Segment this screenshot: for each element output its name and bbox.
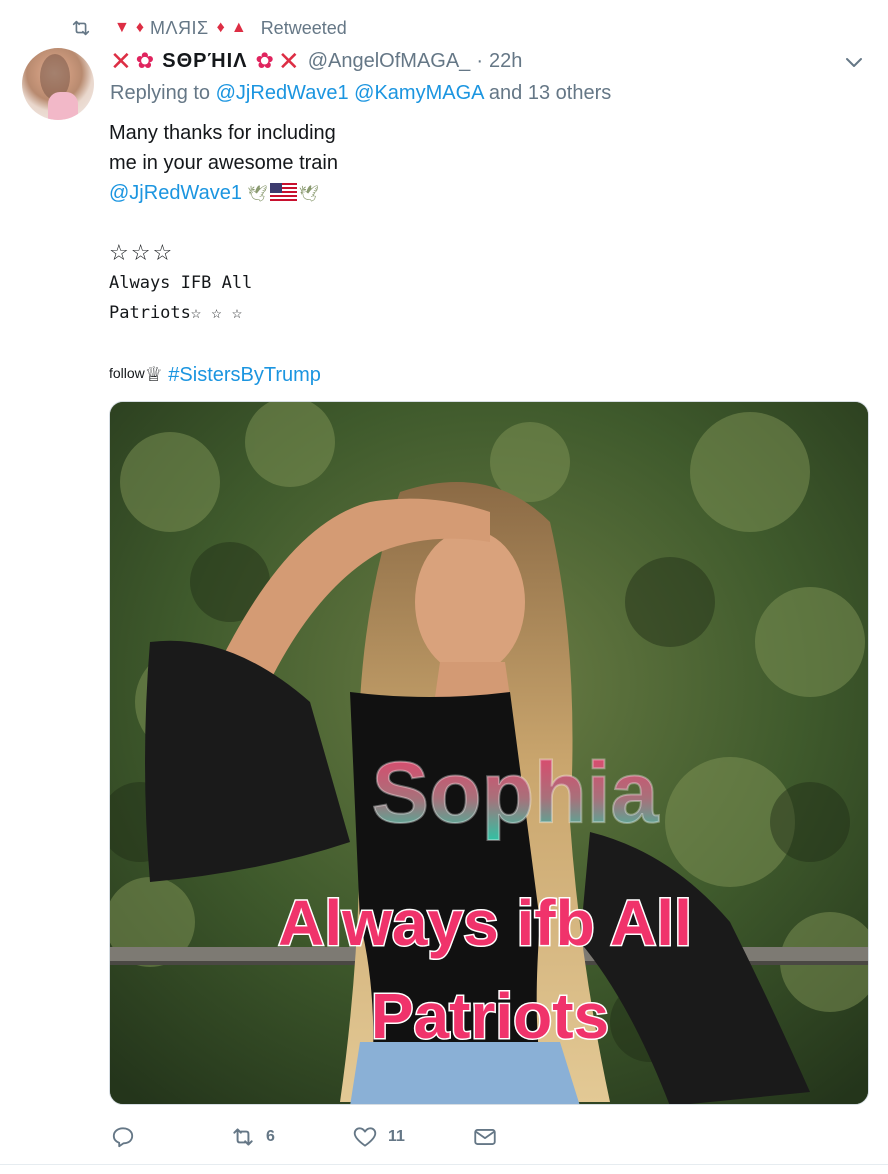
reply-icon	[112, 1127, 134, 1148]
heart-icon	[353, 1127, 377, 1147]
media-overlay-title: Sophia	[372, 745, 660, 841]
tweet[interactable]: ▼ ♦ ΜΛЯΙΣ ♦ ▲ Retweeted ✕ ✿ SΘPΉIΛ ✿ ✕ @…	[0, 0, 888, 1174]
retweet-count: 6	[266, 1128, 275, 1145]
avatar[interactable]	[22, 48, 94, 120]
user-handle-link[interactable]: @AngelOfMAGA_	[308, 50, 471, 73]
separator-dot: ·	[476, 49, 483, 72]
cross-mark-icon: ✕	[110, 46, 132, 76]
envelope-icon	[474, 1129, 496, 1145]
crown-icon: ♕	[144, 364, 163, 386]
retweet-button[interactable]: 6	[230, 1122, 275, 1152]
cross-mark-icon: ✕	[277, 46, 300, 76]
tweet-media-image[interactable]: Sophia Always ifb All Patriots	[109, 401, 869, 1105]
tweet-actions: 6 11	[110, 1122, 810, 1152]
chevron-down-icon[interactable]	[842, 50, 866, 74]
us-flag-icon	[269, 183, 297, 201]
like-count: 11	[388, 1128, 405, 1145]
display-name-link[interactable]: SΘPΉIΛ	[162, 50, 247, 73]
triangle-up-icon: ▲	[230, 19, 247, 36]
retweet-icon	[233, 1128, 253, 1146]
tweet-text: Many thanks for including me in your awe…	[109, 122, 338, 386]
mention-link[interactable]: @JjRedWave1	[109, 182, 242, 204]
retweeter-name-link[interactable]: ΜΛЯΙΣ	[150, 18, 209, 39]
hashtag-link[interactable]: #SistersByTrump	[168, 364, 321, 386]
flower-icon: ✿	[135, 48, 155, 73]
retweeted-label: Retweeted	[260, 17, 347, 38]
direct-message-button[interactable]	[472, 1122, 498, 1152]
diamond-icon: ♦	[216, 19, 225, 36]
tweet-header: ✕ ✿ SΘPΉIΛ ✿ ✕ @AngelOfMAGA_ · 22h	[110, 46, 522, 76]
dove-icon: 🕊	[298, 186, 320, 203]
replying-to: Replying to @JjRedWave1 @KamyMAGA and 13…	[110, 82, 612, 104]
triangle-down-icon: ▼	[114, 19, 130, 36]
like-button[interactable]: 11	[352, 1122, 405, 1152]
diamond-icon: ♦	[135, 19, 145, 36]
media-overlay-line1: Always ifb All	[278, 887, 692, 959]
retweet-context: ▼ ♦ ΜΛЯΙΣ ♦ ▲ Retweeted	[70, 14, 347, 42]
reply-button[interactable]	[110, 1122, 136, 1152]
media-overlay-line2: Patriots	[371, 980, 609, 1052]
mention-link[interactable]: @JjRedWave1	[216, 82, 349, 104]
mention-link[interactable]: @KamyMAGA	[354, 82, 483, 104]
tweet-time-link[interactable]: 22h	[489, 50, 522, 73]
divider	[0, 1164, 888, 1165]
retweet-icon	[72, 20, 90, 36]
dove-icon: 🕊	[247, 186, 268, 203]
others-link[interactable]: and 13 others	[489, 82, 611, 104]
flower-icon: ✿	[255, 48, 274, 73]
